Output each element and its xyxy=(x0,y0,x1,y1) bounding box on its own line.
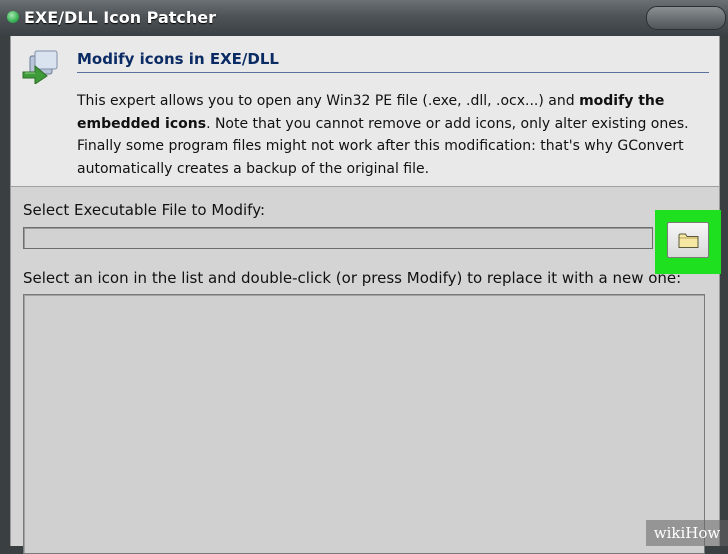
icon-list[interactable] xyxy=(23,294,705,554)
executable-file-input[interactable] xyxy=(23,227,653,249)
header-divider xyxy=(77,72,709,73)
icon-list-label: Select an icon in the list and double-cl… xyxy=(23,269,682,287)
window-title: EXE/DLL Icon Patcher xyxy=(24,8,217,27)
browse-button[interactable] xyxy=(667,222,709,258)
header-panel: Modify icons in EXE/DLL This expert allo… xyxy=(11,36,719,187)
watermark: wikiHow xyxy=(646,520,728,546)
title-bar[interactable]: EXE/DLL Icon Patcher xyxy=(0,0,728,36)
window-icon xyxy=(7,11,19,23)
folder-icon xyxy=(678,233,699,248)
header-title: Modify icons in EXE/DLL xyxy=(77,50,279,68)
window-close-button[interactable] xyxy=(646,6,726,30)
wizard-arrow-icon xyxy=(22,50,58,84)
window-body: Modify icons in EXE/DLL This expert allo… xyxy=(10,36,721,554)
executable-file-label: Select Executable File to Modify: xyxy=(23,201,266,219)
header-description: This expert allows you to open any Win32… xyxy=(77,90,709,180)
description-text: This expert allows you to open any Win32… xyxy=(77,93,580,109)
